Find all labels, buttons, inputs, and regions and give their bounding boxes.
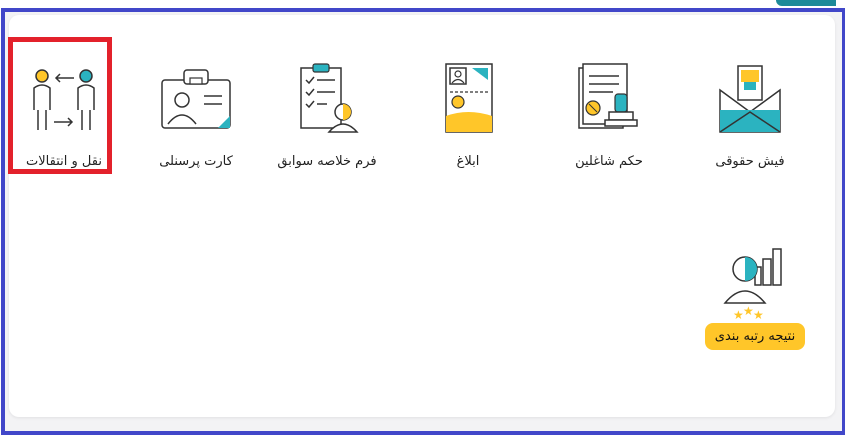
services-card: فیش حقوقی حکم شاغلین ابلاغ فرم خلاصه سوا… [9, 15, 835, 417]
svg-text:★: ★ [753, 308, 764, 322]
tile-label-employment-decree: حکم شاغلین [575, 154, 643, 169]
tile-employment-decree[interactable]: حکم شاغلین [544, 60, 674, 210]
tile-label-records-summary: فرم خلاصه سوابق [277, 154, 377, 169]
tile-personnel-card[interactable]: کارت پرسنلی [131, 60, 261, 210]
tile-records-summary[interactable]: فرم خلاصه سوابق [262, 60, 392, 210]
tile-transfers[interactable]: نقل و انتقالات [0, 60, 129, 210]
tile-label-notification: ابلاغ [456, 154, 480, 169]
tile-label-transfers: نقل و انتقالات [26, 154, 102, 169]
ranking-result-tile[interactable]: ★ ★ ★ نتیجه رتبه بندی [695, 243, 815, 373]
notification-document-icon [445, 63, 493, 133]
transfer-people-icon [33, 69, 95, 130]
tile-notification[interactable]: ابلاغ [403, 60, 533, 210]
selection-frame: فیش حقوقی حکم شاغلین ابلاغ فرم خلاصه سوا… [1, 8, 845, 435]
tile-label-payslip: فیش حقوقی [715, 154, 785, 169]
tile-label-personnel-card: کارت پرسنلی [159, 154, 233, 169]
ranking-result-button[interactable]: نتیجه رتبه بندی [704, 323, 806, 350]
employment-decree-stamp-icon [578, 63, 638, 129]
payslip-envelope-icon [719, 65, 781, 133]
tile-payslip[interactable]: فیش حقوقی [685, 60, 815, 210]
personnel-id-card-icon [161, 69, 231, 129]
ranking-result-icon: ★ ★ ★ [723, 248, 782, 322]
records-checklist-icon [300, 63, 359, 133]
top-tab[interactable] [776, 0, 836, 6]
